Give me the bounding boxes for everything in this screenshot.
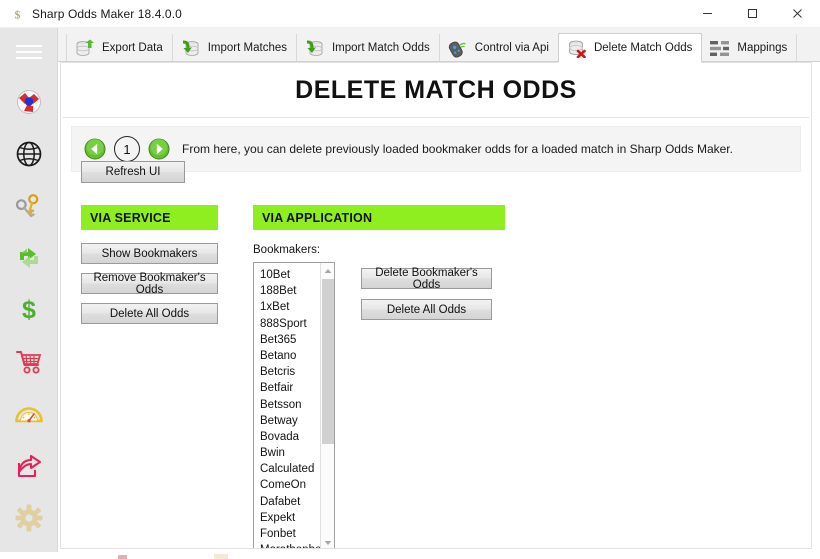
dollar-sign-icon: $ (16, 296, 42, 324)
title-divider (63, 117, 809, 118)
list-item[interactable]: Betcris (260, 364, 322, 380)
tab-label: Delete Match Odds (593, 42, 693, 54)
via-service-buttons: Show Bookmakers Remove Bookmaker's Odds … (81, 243, 218, 324)
via-service-section: VIA SERVICE Show Bookmakers Remove Bookm… (81, 205, 218, 333)
left-sidebar: $ (0, 28, 58, 559)
tab-export-data[interactable]: Export Data (66, 34, 173, 62)
share-icon (15, 453, 43, 479)
list-item[interactable]: Bwin (260, 445, 322, 461)
tab-delete-match-odds[interactable]: Delete Match Odds (557, 33, 703, 63)
tab-import-match-odds[interactable]: Import Match Odds (295, 34, 440, 62)
window-controls (685, 0, 820, 28)
list-item[interactable]: Calculated (260, 461, 322, 477)
tab-label: Import Match Odds (331, 42, 430, 54)
tab-mappings[interactable]: Mappings (701, 34, 798, 62)
tab-label: Mappings (737, 42, 788, 54)
bookmakers-label: Bookmakers: (253, 244, 321, 256)
sidebar-item-money[interactable]: $ (0, 284, 58, 336)
svg-text:$: $ (22, 296, 36, 324)
database-red-x-icon (566, 38, 588, 58)
sidebar-item-settings[interactable] (0, 492, 58, 544)
show-bookmakers-button[interactable]: Show Bookmakers (81, 243, 218, 264)
application-window: $ Sharp Odds Maker 18.4.0.0 $ Export Dat… (0, 0, 820, 559)
speedometer-icon (14, 402, 44, 426)
tab-bar: Export Data Import Matches Import Match … (58, 28, 820, 63)
remove-bookmakers-odds-button[interactable]: Remove Bookmaker's Odds (81, 272, 218, 296)
app-dollar-icon: $ (10, 7, 24, 21)
via-application-buttons: Delete Bookmaker's Odds Delete All Odds (361, 262, 492, 548)
list-item[interactable]: Bet365 (260, 332, 322, 348)
bottom-partial-element-1 (118, 555, 127, 559)
sidebar-item-globe[interactable] (0, 128, 58, 180)
list-item[interactable]: Betway (260, 413, 322, 429)
tab-control-via-api[interactable]: Control via Api (438, 34, 559, 62)
database-down-arrow-icon (304, 38, 326, 58)
remote-control-signal-icon (447, 38, 469, 58)
scroll-down-icon[interactable] (321, 535, 334, 548)
soccer-ball-icon (16, 89, 42, 115)
close-button[interactable] (775, 0, 820, 28)
list-item[interactable]: Bovada (260, 429, 322, 445)
bottom-partial-element-2 (214, 554, 228, 559)
sync-arrows-icon (15, 244, 43, 272)
content-panel: DELETE MATCH ODDS 1 From here, you can d… (60, 62, 812, 549)
sidebar-item-keys[interactable] (0, 180, 58, 232)
sidebar-item-gauge[interactable] (0, 388, 58, 440)
list-item[interactable]: ComeOn (260, 477, 322, 493)
mappings-sliders-icon (709, 38, 731, 58)
application-row: 10Bet 188Bet 1xBet 888Sport Bet365 Betano Betc… (253, 262, 743, 548)
delete-all-odds-app-button[interactable]: Delete All Odds (361, 299, 492, 320)
database-down-arrow-icon (180, 38, 202, 58)
step-number: 1 (114, 136, 140, 162)
list-item[interactable]: Betfair (260, 380, 322, 396)
tab-label: Control via Api (474, 42, 549, 54)
page-title: DELETE MATCH ODDS (295, 76, 577, 104)
arrow-right-circle-icon[interactable] (148, 138, 170, 160)
list-item[interactable]: Dafabet (260, 494, 322, 510)
via-service-heading: VIA SERVICE (81, 205, 218, 230)
minimize-button[interactable] (685, 0, 730, 28)
delete-all-odds-service-button[interactable]: Delete All Odds (81, 303, 218, 324)
list-item[interactable]: 10Bet (260, 267, 322, 283)
listbox-scrollbar[interactable] (320, 263, 334, 548)
refresh-ui-wrap: Refresh UI (81, 161, 185, 183)
globe-icon (15, 140, 43, 168)
list-item[interactable]: 188Bet (260, 283, 322, 299)
delete-bookmakers-odds-button[interactable]: Delete Bookmaker's Odds (361, 267, 492, 291)
list-item[interactable]: Marathonbet (260, 542, 322, 548)
title-bar: $ Sharp Odds Maker 18.4.0.0 (0, 0, 820, 28)
list-item[interactable]: 888Sport (260, 316, 322, 332)
arrow-left-circle-icon[interactable] (84, 138, 106, 160)
sidebar-item-football[interactable] (0, 76, 58, 128)
list-item[interactable]: Fonbet (260, 526, 322, 542)
list-item[interactable]: Expekt (260, 510, 322, 526)
scrollbar-thumb[interactable] (322, 279, 334, 444)
sidebar-item-cart[interactable] (0, 336, 58, 388)
via-application-section: VIA APPLICATION Bookmakers: 10Bet 188Bet 1… (253, 205, 743, 548)
bottom-strip (0, 552, 820, 559)
gear-icon (15, 504, 43, 532)
scroll-up-icon[interactable] (321, 263, 334, 278)
sidebar-item-sync[interactable] (0, 232, 58, 284)
banner-text: From here, you can delete previously loa… (182, 142, 733, 156)
via-application-heading: VIA APPLICATION (253, 205, 505, 230)
hamburger-menu-icon (15, 42, 43, 62)
list-item[interactable]: Betsson (260, 397, 322, 413)
refresh-ui-button[interactable]: Refresh UI (81, 161, 185, 183)
tab-label: Import Matches (207, 42, 287, 54)
keys-icon (15, 192, 43, 220)
maximize-button[interactable] (730, 0, 775, 28)
bookmakers-listbox[interactable]: 10Bet 188Bet 1xBet 888Sport Bet365 Betano Betc… (253, 262, 335, 548)
sidebar-item-share[interactable] (0, 440, 58, 492)
window-title: Sharp Odds Maker 18.4.0.0 (32, 6, 182, 21)
tab-label: Export Data (102, 42, 163, 54)
sidebar-item-menu[interactable] (0, 28, 58, 76)
tab-import-matches[interactable]: Import Matches (171, 34, 297, 62)
list-item[interactable]: Betano (260, 348, 322, 364)
bookmakers-list[interactable]: 10Bet 188Bet 1xBet 888Sport Bet365 Betano Betc… (254, 263, 322, 548)
svg-text:$: $ (14, 7, 20, 21)
database-up-arrow-icon (74, 38, 96, 58)
shopping-cart-icon (15, 349, 43, 375)
list-item[interactable]: 1xBet (260, 299, 322, 315)
